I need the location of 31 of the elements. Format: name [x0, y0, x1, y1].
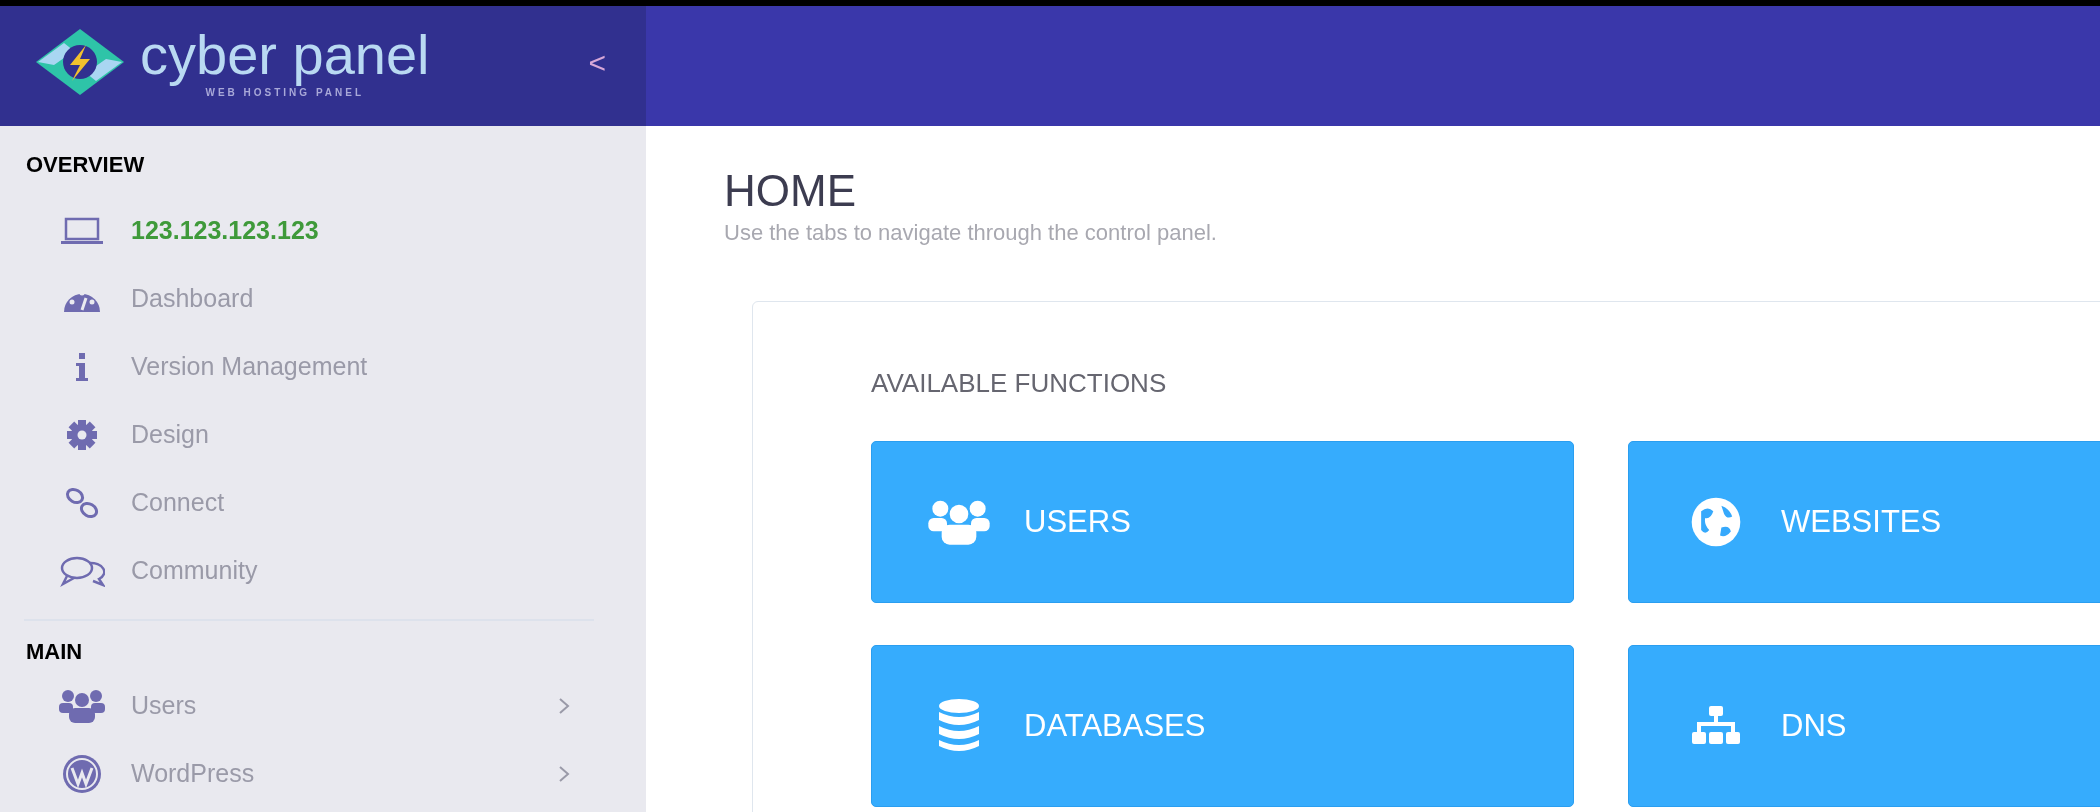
brand-tagline: WEB HOSTING PANEL — [205, 86, 365, 100]
function-tile[interactable]: DATABASES — [871, 645, 1574, 807]
sidebar-item[interactable]: Connect — [0, 469, 600, 537]
sidebar-item[interactable]: Design — [0, 401, 600, 469]
chevron-icon — [558, 697, 570, 715]
panel-title: AVAILABLE FUNCTIONS — [871, 367, 1168, 400]
page-title: HOME — [724, 166, 857, 216]
laptop-icon — [60, 217, 104, 245]
chevron-icon — [558, 765, 570, 783]
section-heading: OVERVIEW — [25, 151, 146, 179]
sidebar-item[interactable]: Community — [0, 537, 600, 605]
sidebar-item[interactable]: Version Management — [0, 333, 600, 401]
sidebar-item[interactable]: 123.123.123.123 — [0, 197, 600, 265]
info-icon — [74, 352, 90, 382]
sidebar-item[interactable]: Dashboard — [0, 265, 600, 333]
wordpress-icon — [61, 753, 103, 795]
function-tile[interactable]: WEBSITES — [1628, 441, 2100, 603]
sidebar-item[interactable]: WordPress — [0, 740, 600, 808]
function-tile[interactable]: USERS — [871, 441, 1574, 603]
database-icon — [938, 698, 980, 754]
page-subtitle: Use the tabs to navigate through the control panel. — [724, 219, 1218, 247]
users-icon — [926, 498, 992, 546]
sitemap-icon — [1691, 705, 1741, 747]
collapse-button[interactable]: < — [588, 39, 606, 85]
globe-icon — [1689, 495, 1743, 549]
link-icon — [64, 486, 100, 520]
section-heading: MAIN — [25, 638, 84, 666]
function-tile[interactable]: DNS — [1628, 645, 2100, 807]
sidebar-item[interactable]: Users — [0, 672, 600, 740]
chat-icon — [59, 555, 105, 587]
users-icon — [58, 688, 106, 724]
